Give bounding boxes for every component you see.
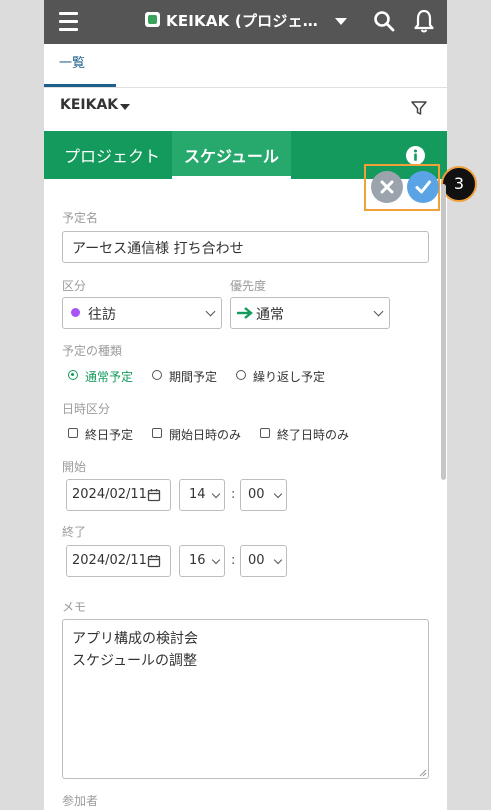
tab-schedule[interactable]: スケジュール <box>184 143 279 167</box>
title-input[interactable]: アーセス通信様 打ち合わせ <box>62 231 429 263</box>
bell-icon[interactable] <box>412 8 436 34</box>
tab-project[interactable]: プロジェクト <box>64 143 160 167</box>
resize-handle-icon[interactable] <box>419 769 427 777</box>
memo-line: スケジュールの調整 <box>72 653 198 669</box>
checkbox-icon <box>260 428 270 438</box>
end-label: 終了 <box>62 525 87 539</box>
tab-list[interactable]: 一覧 <box>59 52 85 71</box>
app-logo-icon <box>145 12 160 27</box>
end-hour-value: 16 <box>189 553 206 568</box>
priority-value: 通常 <box>256 307 284 323</box>
chevron-down-icon <box>373 306 384 317</box>
radio-icon <box>236 370 246 380</box>
end-date-input[interactable]: 2024/02/11 <box>66 545 171 577</box>
end-minute-value: 00 <box>248 553 265 568</box>
start-minute-select[interactable]: 00 <box>240 479 287 511</box>
scrollbar[interactable] <box>441 184 446 480</box>
tab-divider <box>44 87 447 88</box>
start-hour-select[interactable]: 14 <box>179 479 225 511</box>
step-number-badge: 3 <box>441 166 477 202</box>
end-date-value: 2024/02/11 <box>72 553 147 568</box>
close-icon <box>380 180 394 194</box>
project-dropdown-icon[interactable] <box>120 104 130 110</box>
chevron-down-icon <box>273 489 283 499</box>
time-separator: : <box>231 553 236 568</box>
time-option-label: 終日予定 <box>85 428 134 442</box>
type-label: 予定の種類 <box>62 344 123 358</box>
priority-label: 優先度 <box>230 279 267 293</box>
title-label: 予定名 <box>62 211 99 225</box>
title-dropdown-icon[interactable] <box>335 18 347 25</box>
radio-icon <box>152 370 162 380</box>
end-hour-select[interactable]: 16 <box>179 545 225 577</box>
time-separator: : <box>231 487 236 502</box>
category-select[interactable]: 往訪 <box>62 297 222 329</box>
radio-icon <box>68 370 78 380</box>
end-minute-select[interactable]: 00 <box>240 545 287 577</box>
time-label: 日時区分 <box>62 402 111 416</box>
category-dot-icon <box>71 308 80 317</box>
project-selector[interactable]: KEIKAK <box>60 97 118 113</box>
chevron-down-icon <box>211 555 221 565</box>
time-option-label: 開始日時のみ <box>169 428 242 442</box>
time-option-label: 終了日時のみ <box>277 428 350 442</box>
participants-label: 参加者 <box>62 794 99 808</box>
cancel-button[interactable] <box>371 171 403 203</box>
calendar-icon <box>147 489 161 502</box>
type-option-label: 期間予定 <box>169 370 218 384</box>
checkbox-icon <box>68 428 78 438</box>
search-icon[interactable] <box>372 9 396 33</box>
tab-schedule-indicator <box>172 176 291 179</box>
menu-icon[interactable] <box>59 11 78 32</box>
checkbox-icon <box>152 428 162 438</box>
priority-select[interactable]: 通常 <box>230 297 390 329</box>
chevron-down-icon <box>211 489 221 499</box>
save-button[interactable] <box>407 171 439 203</box>
type-option-label: 通常予定 <box>85 370 134 384</box>
memo-label: メモ <box>62 600 87 614</box>
start-hour-value: 14 <box>189 487 206 502</box>
app-title[interactable]: KEIKAK (プロジェ… <box>166 10 318 31</box>
start-minute-value: 00 <box>248 487 265 502</box>
memo-textarea[interactable]: アプリ構成の検討会 スケジュールの調整 <box>62 619 429 779</box>
start-label: 開始 <box>62 460 87 474</box>
start-date-value: 2024/02/11 <box>72 487 147 502</box>
check-icon <box>415 180 431 194</box>
info-icon[interactable] <box>405 145 426 166</box>
chevron-down-icon <box>205 306 216 317</box>
type-option-label: 繰り返し予定 <box>253 370 326 384</box>
arrow-right-icon <box>237 307 253 319</box>
calendar-icon <box>147 555 161 568</box>
filter-icon[interactable] <box>410 99 428 117</box>
category-value: 往訪 <box>88 307 116 323</box>
title-value: アーセス通信様 打ち合わせ <box>72 241 244 257</box>
chevron-down-icon <box>273 555 283 565</box>
start-date-input[interactable]: 2024/02/11 <box>66 479 171 511</box>
category-label: 区分 <box>62 279 87 293</box>
memo-line: アプリ構成の検討会 <box>72 631 198 647</box>
